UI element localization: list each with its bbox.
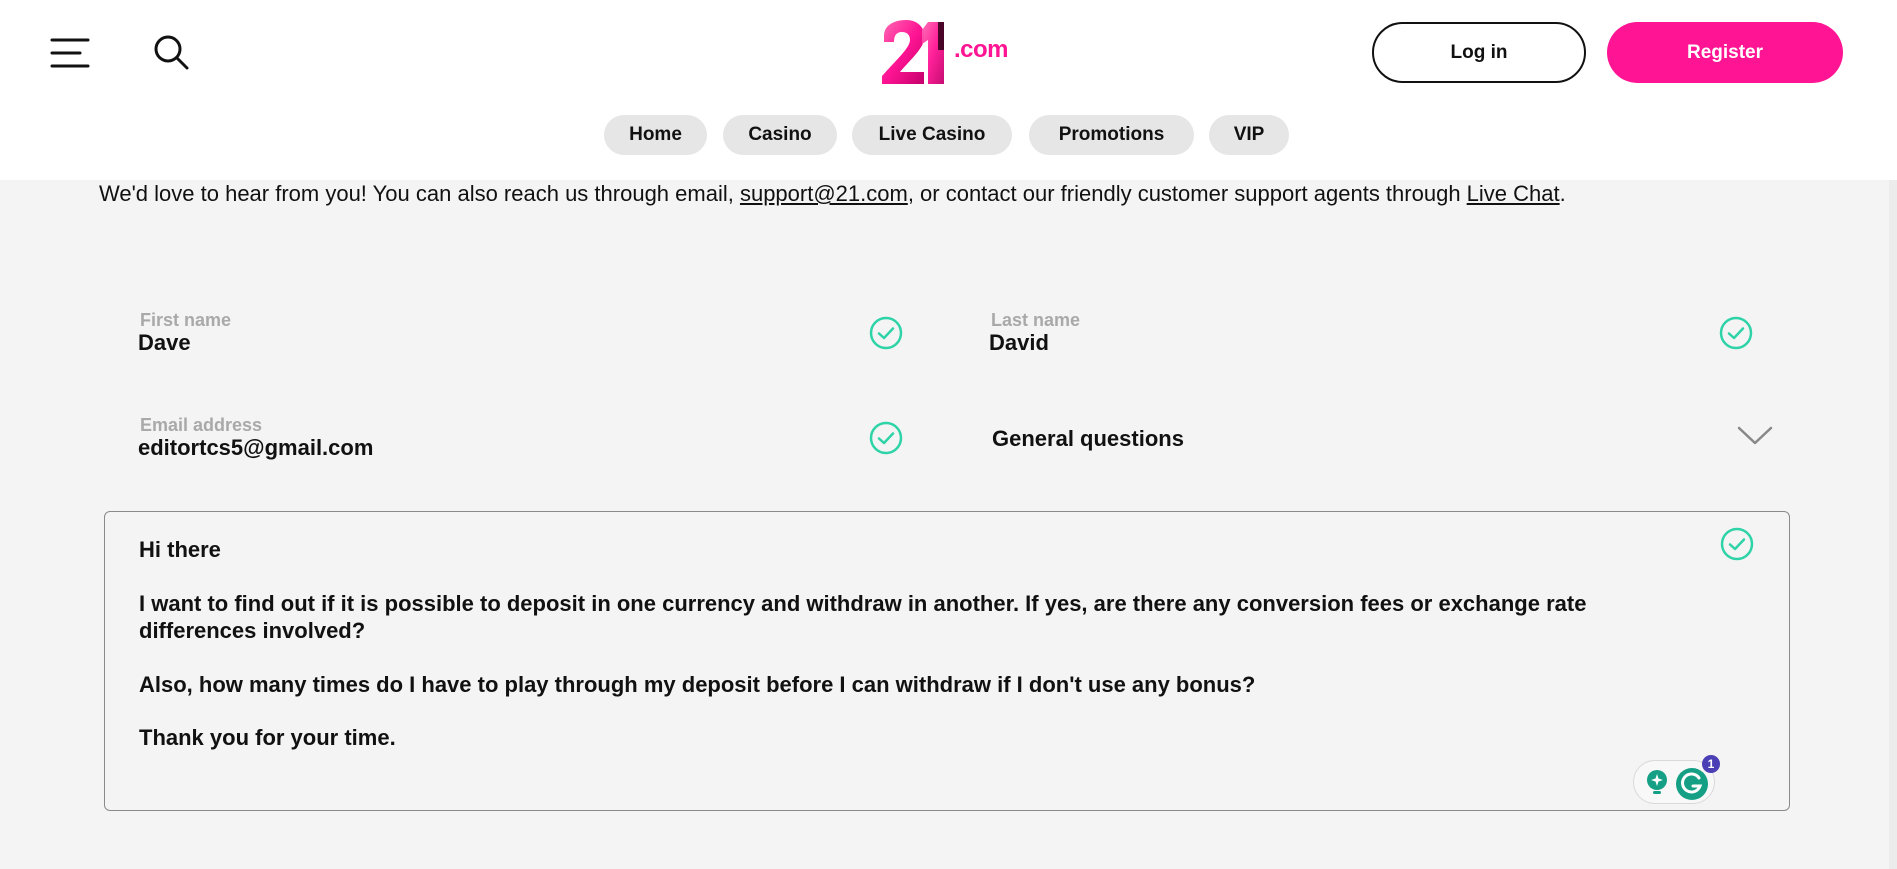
first-name-value: Dave <box>138 330 191 355</box>
last-name-valid-check-icon <box>1719 316 1753 350</box>
logo-dotcom-text: .com <box>954 36 1009 63</box>
intro-text-start: We'd love to hear from you! You can also… <box>99 181 740 206</box>
first-name-field[interactable]: First name Dave <box>138 310 838 380</box>
message-valid-check-icon <box>1720 527 1754 561</box>
site-logo[interactable]: .com <box>880 20 1014 86</box>
nav-home[interactable]: Home <box>604 115 707 155</box>
grammarly-icon[interactable] <box>1674 766 1710 802</box>
login-button[interactable]: Log in <box>1372 22 1586 83</box>
email-value: editortcs5@gmail.com <box>138 435 374 460</box>
last-name-field[interactable]: Last name David <box>989 310 1689 380</box>
topic-select-value: General questions <box>992 426 1184 451</box>
message-textarea[interactable]: Hi there I want to find out if it is pos… <box>104 511 1790 811</box>
message-line-thanks: Thank you for your time. <box>139 725 396 750</box>
live-chat-link[interactable]: Live Chat <box>1467 181 1560 206</box>
message-line-question: I want to find out if it is possible to … <box>139 591 1587 616</box>
first-name-label: First name <box>140 310 232 330</box>
intro-text-middle: , or contact our friendly customer suppo… <box>907 181 1467 206</box>
search-icon[interactable] <box>152 33 190 71</box>
last-name-label: Last name <box>991 310 1081 330</box>
chevron-down-icon[interactable] <box>1737 424 1773 448</box>
nav-casino[interactable]: Casino <box>723 115 837 155</box>
page-scrollbar[interactable] <box>1889 180 1897 869</box>
grammarly-widget[interactable]: 1 <box>1633 755 1720 804</box>
last-name-value: David <box>989 330 1049 355</box>
nav-promotions[interactable]: Promotions <box>1029 115 1194 155</box>
lightbulb-icon[interactable] <box>1644 769 1670 797</box>
grammarly-suggestion-count: 1 <box>1702 755 1720 773</box>
register-button[interactable]: Register <box>1607 22 1843 83</box>
main-nav: Home Casino Live Casino Promotions VIP <box>0 115 1897 155</box>
topic-select[interactable]: General questions <box>992 424 1773 460</box>
message-line-greeting: Hi there <box>139 537 221 562</box>
first-name-valid-check-icon <box>869 316 903 350</box>
email-valid-check-icon <box>869 421 903 455</box>
email-label: Email address <box>140 415 263 435</box>
contact-intro-text: We'd love to hear from you! You can also… <box>99 181 1859 207</box>
logo-mark-icon <box>882 20 944 84</box>
site-header: .com Log in Register Home Casino Live Ca… <box>0 0 1897 180</box>
email-field[interactable]: Email address editortcs5@gmail.com <box>138 415 838 485</box>
hamburger-menu-icon[interactable] <box>50 36 90 70</box>
message-line-wagering: Also, how many times do I have to play t… <box>139 672 1256 697</box>
nav-vip[interactable]: VIP <box>1209 115 1289 155</box>
intro-text-end: . <box>1559 181 1566 206</box>
nav-live-casino[interactable]: Live Casino <box>852 115 1012 155</box>
message-line-question-cont: differences involved? <box>139 618 366 643</box>
support-email-link[interactable]: support@21.com <box>740 181 908 206</box>
